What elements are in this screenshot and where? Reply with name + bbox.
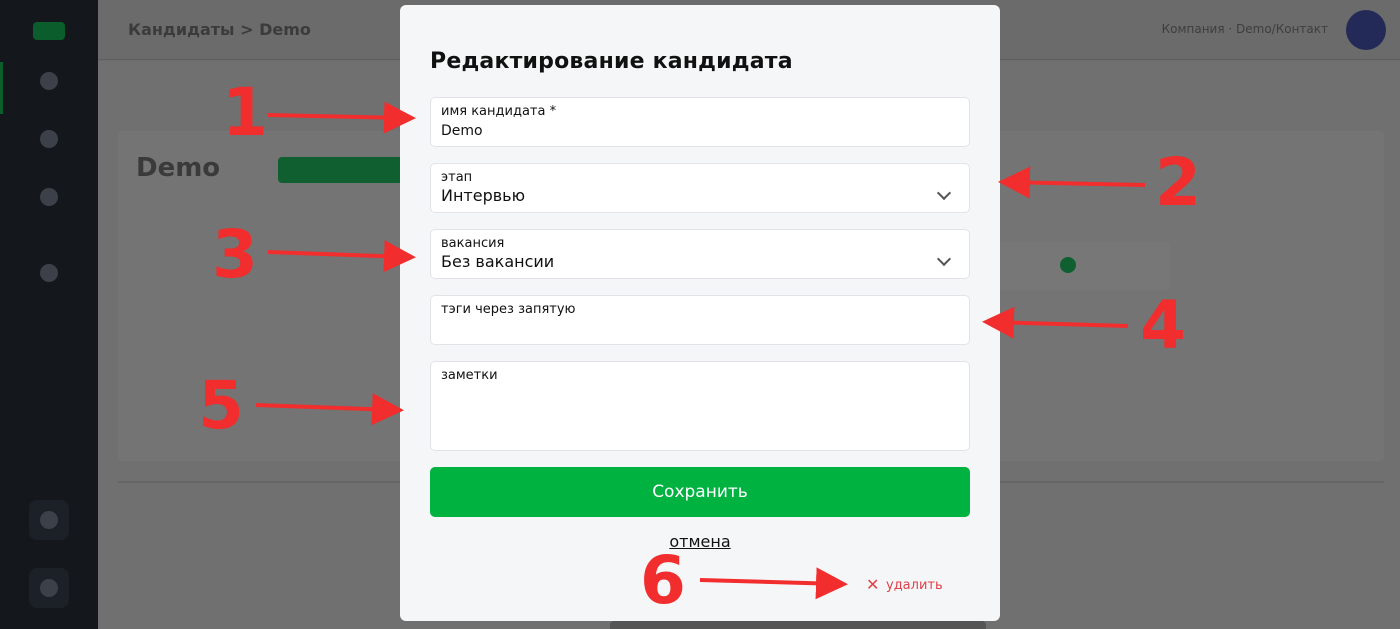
arrow-3 xyxy=(267,240,416,273)
arrow-1 xyxy=(267,101,416,134)
annotation-marker-3: 3 xyxy=(212,216,258,293)
annotation-marker-4: 4 xyxy=(1140,287,1186,364)
annotation-marker-2: 2 xyxy=(1155,144,1201,221)
annotation-arrows xyxy=(255,101,1146,600)
annotation-marker-1: 1 xyxy=(222,74,268,151)
annotation-marker-5: 5 xyxy=(198,367,244,444)
arrow-4 xyxy=(982,306,1129,339)
arrow-6 xyxy=(699,567,848,600)
annotation-marker-6: 6 xyxy=(640,542,686,619)
arrow-5 xyxy=(255,393,404,426)
arrow-2 xyxy=(998,166,1146,199)
